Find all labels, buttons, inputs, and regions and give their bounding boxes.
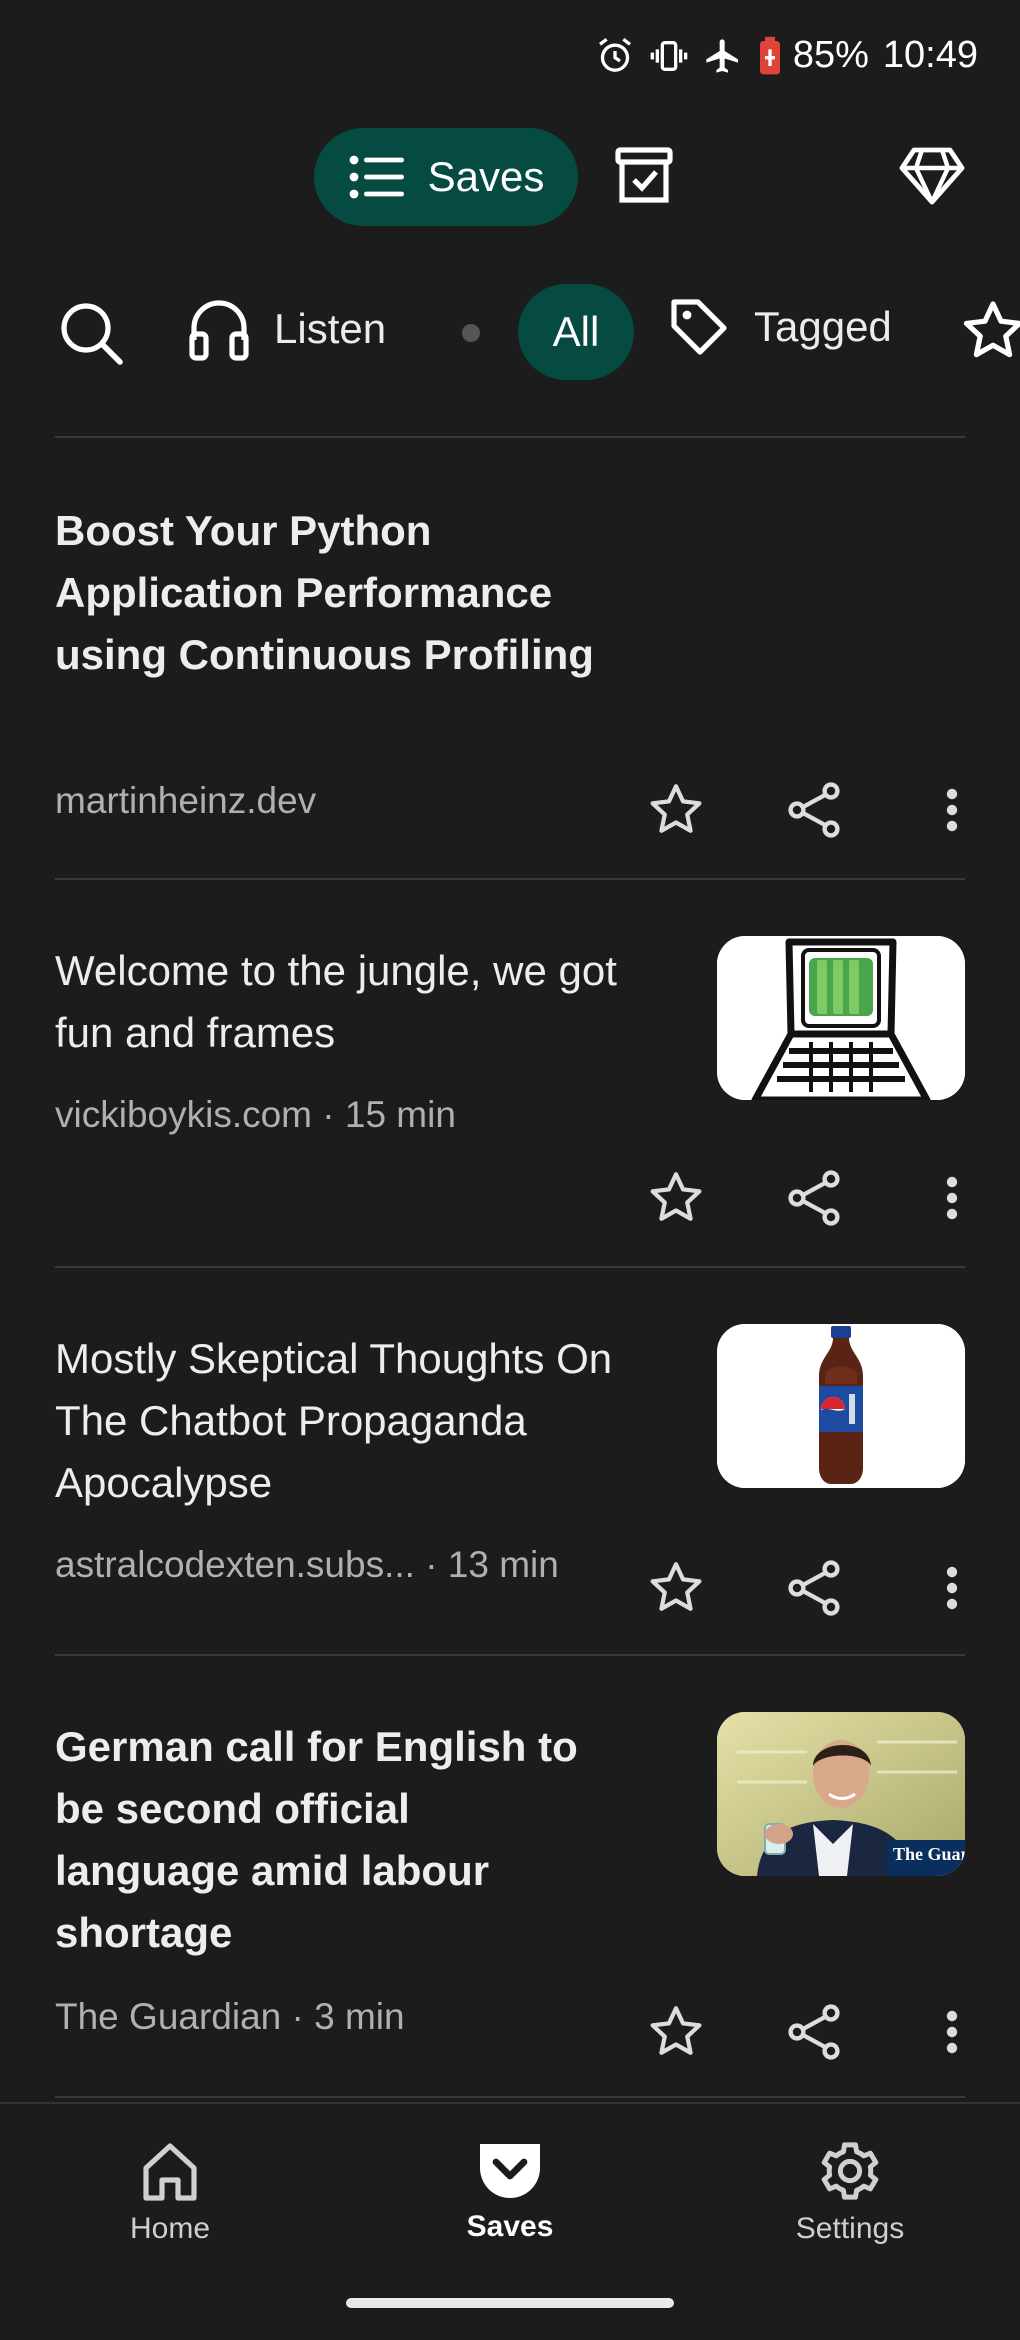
more-vertical-icon <box>946 1566 958 1610</box>
alarm-icon <box>598 37 631 72</box>
gear-icon <box>821 2142 879 2200</box>
share-button[interactable] <box>782 2000 846 2064</box>
soda-bottle-image <box>717 1324 965 1488</box>
share-icon <box>788 1560 840 1616</box>
top-bar: Saves <box>0 128 1020 228</box>
filter-favorites-chip[interactable] <box>960 298 1020 369</box>
status-bar: 85% 10:49 <box>0 0 1020 118</box>
item-source: vickiboykis.com · 15 min <box>55 1094 456 1135</box>
nav-saves[interactable]: Saves <box>400 2138 620 2244</box>
share-button[interactable] <box>782 1556 846 1620</box>
filter-separator <box>462 324 480 342</box>
share-icon <box>788 1170 840 1226</box>
vibrate-icon <box>650 40 688 71</box>
diamond-icon <box>899 147 965 205</box>
archive-button[interactable] <box>612 144 676 208</box>
favorite-button[interactable] <box>644 1556 708 1620</box>
item-source: The Guardian · 3 min <box>55 1996 405 2037</box>
star-icon <box>650 1562 702 1611</box>
item-title[interactable]: German call for English to be second off… <box>55 1716 595 1964</box>
filter-tagged-chip[interactable]: Tagged <box>668 296 892 358</box>
star-icon <box>650 2006 702 2055</box>
item-thumbnail[interactable] <box>717 936 965 1100</box>
guardian-logo: The Guardi <box>893 1844 965 1864</box>
item-source: martinheinz.dev <box>55 780 317 821</box>
item-thumbnail[interactable]: The Guardi <box>717 1712 965 1876</box>
divider <box>55 2096 965 2098</box>
divider <box>55 1266 965 1268</box>
nav-home-label: Home <box>129 2212 211 2245</box>
filter-all-chip[interactable]: All <box>518 284 634 380</box>
item-title[interactable]: Mostly Skeptical Thoughts On The Chatbot… <box>55 1328 655 1514</box>
nav-settings-label: Settings <box>795 2212 905 2245</box>
nav-settings[interactable]: Settings <box>740 2138 960 2246</box>
headphones-icon <box>189 300 249 361</box>
news-photo-image: The Guardi <box>717 1712 965 1876</box>
home-icon <box>143 2143 197 2201</box>
tag-icon <box>671 299 727 355</box>
more-vertical-icon <box>946 788 958 832</box>
share-button[interactable] <box>782 778 846 842</box>
item-title[interactable]: Welcome to the jungle, we got fun and fr… <box>55 940 645 1064</box>
search-button[interactable] <box>58 300 124 371</box>
divider <box>55 1654 965 1656</box>
nav-home[interactable]: Home <box>60 2140 280 2246</box>
all-label: All <box>552 308 600 355</box>
item-title[interactable]: Boost Your Python Application Performanc… <box>55 500 615 686</box>
star-icon <box>650 784 702 833</box>
home-gesture-handle[interactable] <box>346 2298 674 2308</box>
favorite-button[interactable] <box>644 1166 708 1230</box>
retro-computer-image <box>717 936 965 1100</box>
airplane-icon <box>706 38 738 73</box>
share-icon <box>788 2004 840 2060</box>
pocket-icon <box>480 2144 540 2198</box>
overflow-menu-button[interactable] <box>920 2000 984 2064</box>
favorite-button[interactable] <box>644 2000 708 2064</box>
tagged-label: Tagged <box>754 303 892 350</box>
item-source: astralcodexten.subs... · 13 min <box>55 1544 559 1585</box>
saves-menu-label: Saves <box>427 153 545 200</box>
share-button[interactable] <box>782 1166 846 1230</box>
more-vertical-icon <box>946 1176 958 1220</box>
battery-percent: 85% <box>792 34 869 76</box>
status-icons: 85% 10:49 <box>595 34 978 77</box>
overflow-menu-button[interactable] <box>920 1166 984 1230</box>
saves-menu-button[interactable]: Saves <box>314 128 578 226</box>
listen-button[interactable]: Listen <box>186 296 386 362</box>
star-icon <box>650 1172 702 1221</box>
overflow-menu-button[interactable] <box>920 778 984 842</box>
filter-bar: Listen All Tagged <box>0 282 1020 382</box>
clock: 10:49 <box>882 34 978 76</box>
overflow-menu-button[interactable] <box>920 1556 984 1620</box>
more-vertical-icon <box>946 2010 958 2054</box>
bottom-navigation: Home Saves Settings <box>0 2102 1020 2278</box>
search-icon <box>61 303 123 365</box>
premium-button[interactable] <box>898 144 966 208</box>
system-navigation-bar <box>0 2276 1020 2340</box>
item-thumbnail[interactable] <box>717 1324 965 1488</box>
divider <box>55 878 965 880</box>
star-icon <box>963 301 1020 358</box>
listen-label: Listen <box>274 305 387 352</box>
share-icon <box>788 782 840 838</box>
list-icon <box>349 155 404 199</box>
battery-icon <box>759 36 780 74</box>
divider <box>55 436 965 438</box>
favorite-button[interactable] <box>644 778 708 842</box>
archive-icon <box>615 147 673 203</box>
nav-saves-label: Saves <box>466 2210 554 2243</box>
